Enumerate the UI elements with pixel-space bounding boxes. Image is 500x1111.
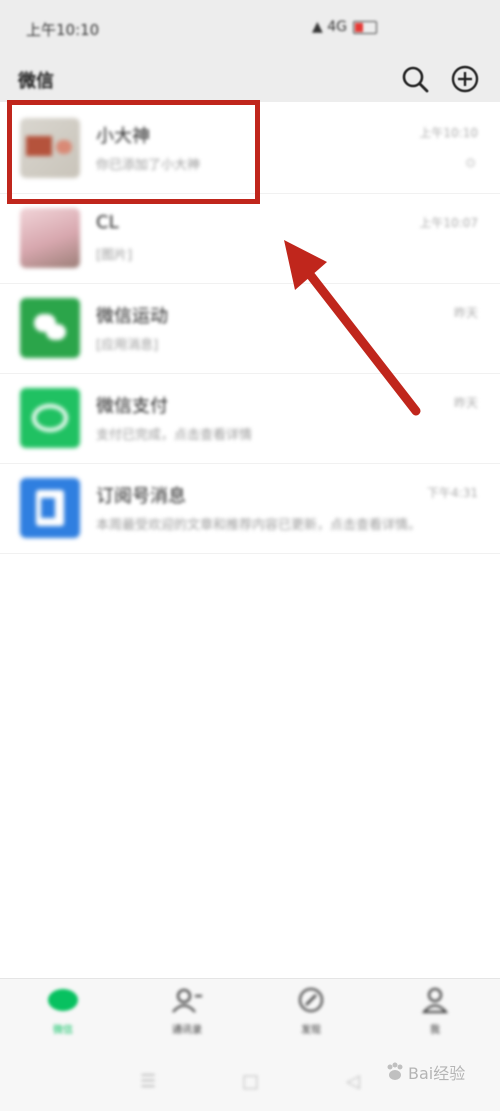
watermark-text: Bai经验: [408, 1064, 466, 1083]
tab-discover[interactable]: 发现: [266, 987, 356, 1047]
chat-item-subscriptions[interactable]: 订阅号消息 本周最受欢迎的文章和推荐内容已更新，点击查看详情。 下午4:31: [0, 464, 500, 554]
app-header: 微信: [0, 58, 500, 102]
menu-icon[interactable]: ☰: [140, 1071, 156, 1092]
battery-icon: [352, 20, 377, 34]
bottom-tab-bar: 微信 通讯录 发现 我: [0, 978, 500, 1056]
mute-icon: ⊙: [465, 156, 476, 171]
highlight-box: [7, 100, 260, 204]
chat-title: 微信支付: [96, 396, 168, 417]
chat-title: 微信运动: [96, 306, 168, 327]
wechat-sports-icon: [20, 298, 80, 358]
chat-time: 下午4:31: [427, 486, 478, 500]
chat-title: CL: [96, 212, 119, 233]
paw-icon: [387, 1062, 403, 1080]
chat-preview: [图片]: [96, 248, 133, 263]
tab-chats[interactable]: 微信: [18, 987, 108, 1047]
signal-icon: ▲ 4G: [312, 19, 347, 35]
tab-label: 通讯录: [172, 1025, 202, 1036]
tab-label: 发现: [301, 1025, 321, 1036]
chat-item-wechat-pay[interactable]: 微信支付 支付已完成，点击查看详情 昨天: [0, 374, 500, 464]
search-icon[interactable]: [398, 62, 432, 96]
person-icon: [421, 988, 449, 1013]
compass-icon: [299, 988, 323, 1012]
chat-time: 上午10:07: [419, 216, 478, 230]
tab-me[interactable]: 我: [390, 987, 480, 1047]
chat-preview: 支付已完成，点击查看详情: [96, 428, 253, 443]
tab-label: 我: [430, 1025, 440, 1036]
chat-time: 昨天: [453, 306, 478, 320]
chat-preview: [应用消息]: [96, 338, 159, 353]
status-icons: ▲ 4G: [312, 19, 377, 35]
tab-contacts[interactable]: 通讯录: [142, 987, 232, 1047]
chat-preview: 本周最受欢迎的文章和推荐内容已更新，点击查看详情。: [96, 518, 422, 533]
chat-item-wechat-sports[interactable]: 微信运动 [应用消息] 昨天: [0, 284, 500, 374]
home-icon[interactable]: □: [242, 1071, 259, 1092]
chat-item-cl[interactable]: CL [图片] 上午10:07: [0, 194, 500, 284]
pink-photo-avatar: [20, 208, 80, 268]
back-icon[interactable]: ◁: [346, 1071, 360, 1092]
watermark: Bai经验: [384, 1060, 465, 1084]
chat-time: 昨天: [453, 396, 478, 410]
tab-label: 微信: [53, 1025, 73, 1036]
subscription-icon: [20, 478, 80, 538]
chat-title: 订阅号消息: [96, 486, 186, 507]
plus-circle-icon[interactable]: [448, 62, 482, 96]
status-bar: 上午10:10 ▲ 4G: [0, 0, 500, 58]
wechat-pay-icon: [20, 388, 80, 448]
page-title: 微信: [18, 71, 54, 92]
chat-time: 上午10:10: [419, 126, 478, 140]
chat-bubble-icon: [48, 989, 78, 1011]
contacts-icon: [172, 989, 202, 1013]
status-time: 上午10:10: [26, 21, 100, 39]
